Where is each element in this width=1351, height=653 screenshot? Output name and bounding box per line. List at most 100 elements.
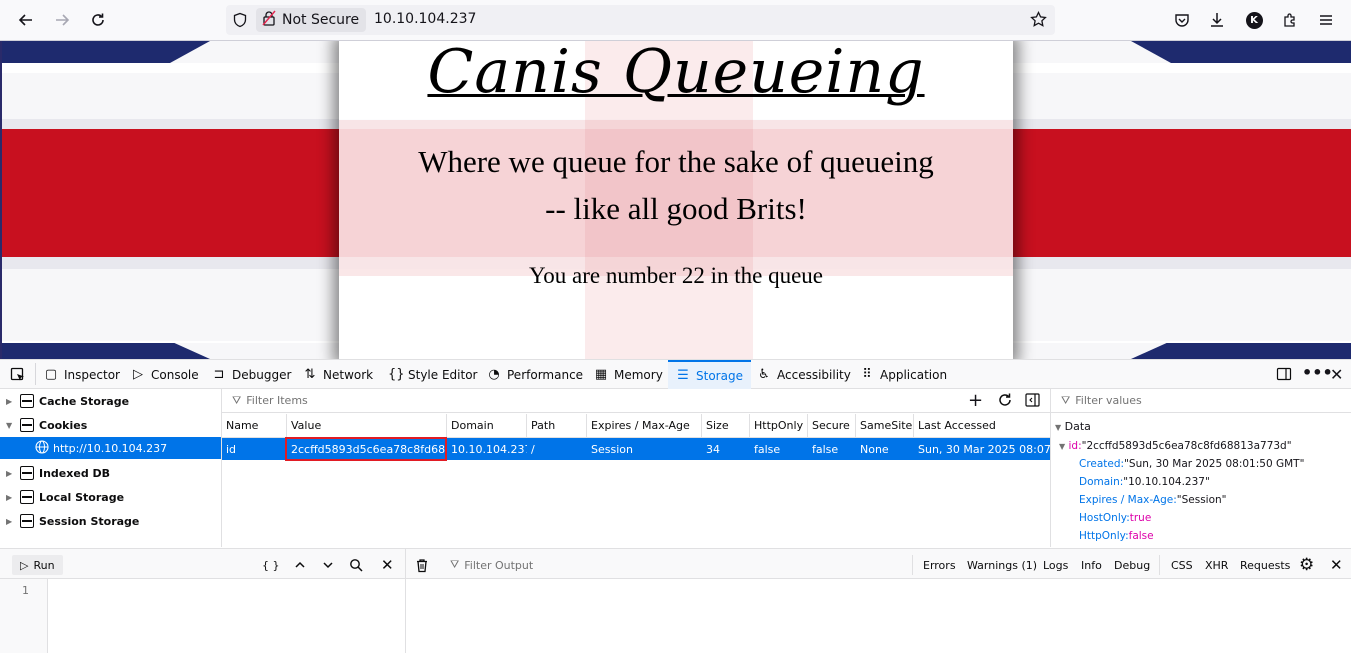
tab-performance[interactable]: ◔ Performance [487, 360, 583, 389]
filter-items-input[interactable]: ⛛ Filter Items [222, 389, 1050, 413]
bookmark-star-icon[interactable] [1030, 10, 1047, 31]
column-header-value[interactable]: Value [287, 414, 447, 438]
tab-storage[interactable]: ☰ Storage [668, 360, 751, 389]
expand-triangle-icon[interactable]: ▶ [6, 397, 18, 406]
filter-css[interactable]: CSS [1171, 555, 1193, 575]
clear-console-icon[interactable] [415, 555, 429, 575]
security-label: Not Secure [282, 12, 360, 28]
cell-last-accessed[interactable]: Sun, 30 Mar 2025 08:07… [914, 438, 1050, 460]
collapse-triangle-icon[interactable]: ▼ [6, 421, 18, 430]
back-icon[interactable] [12, 6, 40, 34]
cell-domain[interactable]: 10.10.104.237 [447, 438, 527, 460]
tab-accessibility[interactable]: ♿ Accessibility [757, 360, 851, 389]
filter-info[interactable]: Info [1081, 555, 1102, 575]
not-secure-indicator[interactable]: Not Secure [256, 8, 366, 32]
data-value: "Sun, 30 Mar 2025 08:01:50 GMT" [1124, 458, 1305, 470]
tab-memory[interactable]: ▦ Memory [594, 360, 663, 389]
data-section-header[interactable]: ▼ Data [1055, 420, 1091, 433]
tree-local-storage[interactable]: ▶ Local Storage [0, 486, 221, 508]
forward-icon[interactable] [48, 6, 76, 34]
tree-session-storage[interactable]: ▶ Session Storage [0, 510, 221, 532]
filter-logs[interactable]: Logs [1043, 555, 1068, 575]
column-header-expires[interactable]: Expires / Max-Age [587, 414, 702, 438]
element-picker-icon[interactable] [10, 367, 26, 386]
reload-icon[interactable] [84, 6, 112, 34]
account-avatar[interactable]: K [1240, 6, 1268, 34]
add-item-icon[interactable]: + [968, 392, 983, 410]
close-editor-icon[interactable]: ✕ [381, 555, 394, 575]
cell-size[interactable]: 34 [702, 438, 750, 460]
column-header-secure[interactable]: Secure [808, 414, 856, 438]
close-split-console-icon[interactable]: ✕ [1330, 555, 1343, 575]
history-down-icon[interactable] [322, 555, 334, 575]
cell-secure[interactable]: false [808, 438, 856, 460]
refresh-items-icon[interactable] [997, 392, 1013, 411]
filter-output-input[interactable]: ⛛ Filter Output [450, 555, 533, 575]
console-editor[interactable] [48, 579, 405, 653]
expand-triangle-icon[interactable]: ▶ [6, 493, 18, 502]
column-header-samesite[interactable]: SameSite [856, 414, 914, 438]
web-page: Canis Queueing Where we queue for the sa… [0, 41, 1351, 359]
expand-triangle-icon[interactable]: ▶ [6, 517, 18, 526]
downloads-icon[interactable] [1203, 6, 1231, 34]
filter-requests[interactable]: Requests [1240, 555, 1290, 575]
column-header-path[interactable]: Path [527, 414, 587, 438]
tree-indexed-db[interactable]: ▶ Indexed DB [0, 462, 221, 484]
tab-console[interactable]: ▷ Console [131, 360, 199, 389]
cell-name[interactable]: id [222, 438, 287, 460]
pocket-icon[interactable] [1168, 6, 1196, 34]
data-domain-row[interactable]: Domain:"10.10.104.237" [1079, 476, 1210, 488]
reverse-search-icon[interactable] [349, 555, 363, 575]
data-created-row[interactable]: Created:"Sun, 30 Mar 2025 08:01:50 GMT" [1079, 458, 1304, 470]
expand-triangle-icon[interactable]: ▶ [6, 469, 18, 478]
console-settings-gear-icon[interactable]: ⚙ [1299, 555, 1314, 575]
tab-label: Memory [614, 367, 663, 382]
filter-debug[interactable]: Debug [1114, 555, 1150, 575]
dock-side-icon[interactable] [1276, 366, 1292, 385]
cell-path[interactable]: / [527, 438, 587, 460]
data-expires-row[interactable]: Expires / Max-Age:"Session" [1079, 494, 1227, 506]
filter-values-input[interactable]: ⛛ Filter values [1051, 389, 1351, 413]
history-up-icon[interactable] [294, 555, 306, 575]
column-header-last-accessed[interactable]: Last Accessed [914, 414, 1050, 438]
tab-debugger[interactable]: ⊐ Debugger [212, 360, 292, 389]
cell-httponly[interactable]: false [750, 438, 808, 460]
cell-expires[interactable]: Session [587, 438, 702, 460]
filter-xhr[interactable]: XHR [1205, 555, 1228, 575]
data-value: "Session" [1176, 494, 1227, 506]
extensions-icon[interactable] [1276, 6, 1304, 34]
tree-cache-storage[interactable]: ▶ Cache Storage [0, 390, 221, 412]
cookie-table: ⛛ Filter Items + Name Value Domain Path … [222, 389, 1050, 547]
insecure-lock-icon [262, 10, 276, 30]
cell-samesite[interactable]: None [856, 438, 914, 460]
shield-icon[interactable] [232, 12, 248, 31]
tab-style-editor[interactable]: {} Style Editor [388, 360, 477, 389]
tree-cookie-origin[interactable]: http://10.10.104.237 [0, 437, 221, 459]
data-hostonly-row[interactable]: HostOnly:true [1079, 512, 1151, 524]
tree-cookies[interactable]: ▼ Cookies [0, 414, 221, 436]
editor-line-number: 1 [22, 584, 29, 597]
tab-inspector[interactable]: ▢ Inspector [44, 360, 120, 389]
filter-warnings[interactable]: Warnings (1) [967, 555, 1037, 575]
toggle-sidebar-icon[interactable] [1025, 393, 1040, 410]
column-header-size[interactable]: Size [702, 414, 750, 438]
url-text[interactable]: 10.10.104.237 [374, 11, 476, 27]
url-bar[interactable]: Not Secure 10.10.104.237 [226, 5, 1055, 35]
data-id-row[interactable]: ▼ id:"2ccffd5893d5c6ea78c8fd68813a773d" [1059, 440, 1292, 452]
tab-label: Application [880, 367, 948, 382]
filter-errors[interactable]: Errors [923, 555, 956, 575]
data-httponly-row[interactable]: HttpOnly:false [1079, 530, 1154, 542]
menu-icon[interactable] [1312, 6, 1340, 34]
more-options-icon[interactable]: ••• [1302, 363, 1333, 382]
tab-network[interactable]: ⇅ Network [303, 360, 374, 389]
data-key: Created: [1079, 458, 1125, 470]
console-body: 1 [0, 579, 1351, 653]
run-button[interactable]: ▷ Run [12, 555, 63, 575]
column-header-name[interactable]: Name [222, 414, 287, 438]
column-header-httponly[interactable]: HttpOnly [750, 414, 808, 438]
tab-application[interactable]: ⠿ Application [860, 360, 947, 389]
pretty-print-button[interactable]: { } [262, 555, 280, 575]
close-devtools-icon[interactable]: ✕ [1330, 365, 1343, 384]
console-toolbar: ▷ Run { } ✕ ⛛ Filter Output Errors Warni… [0, 548, 1351, 580]
column-header-domain[interactable]: Domain [447, 414, 527, 438]
